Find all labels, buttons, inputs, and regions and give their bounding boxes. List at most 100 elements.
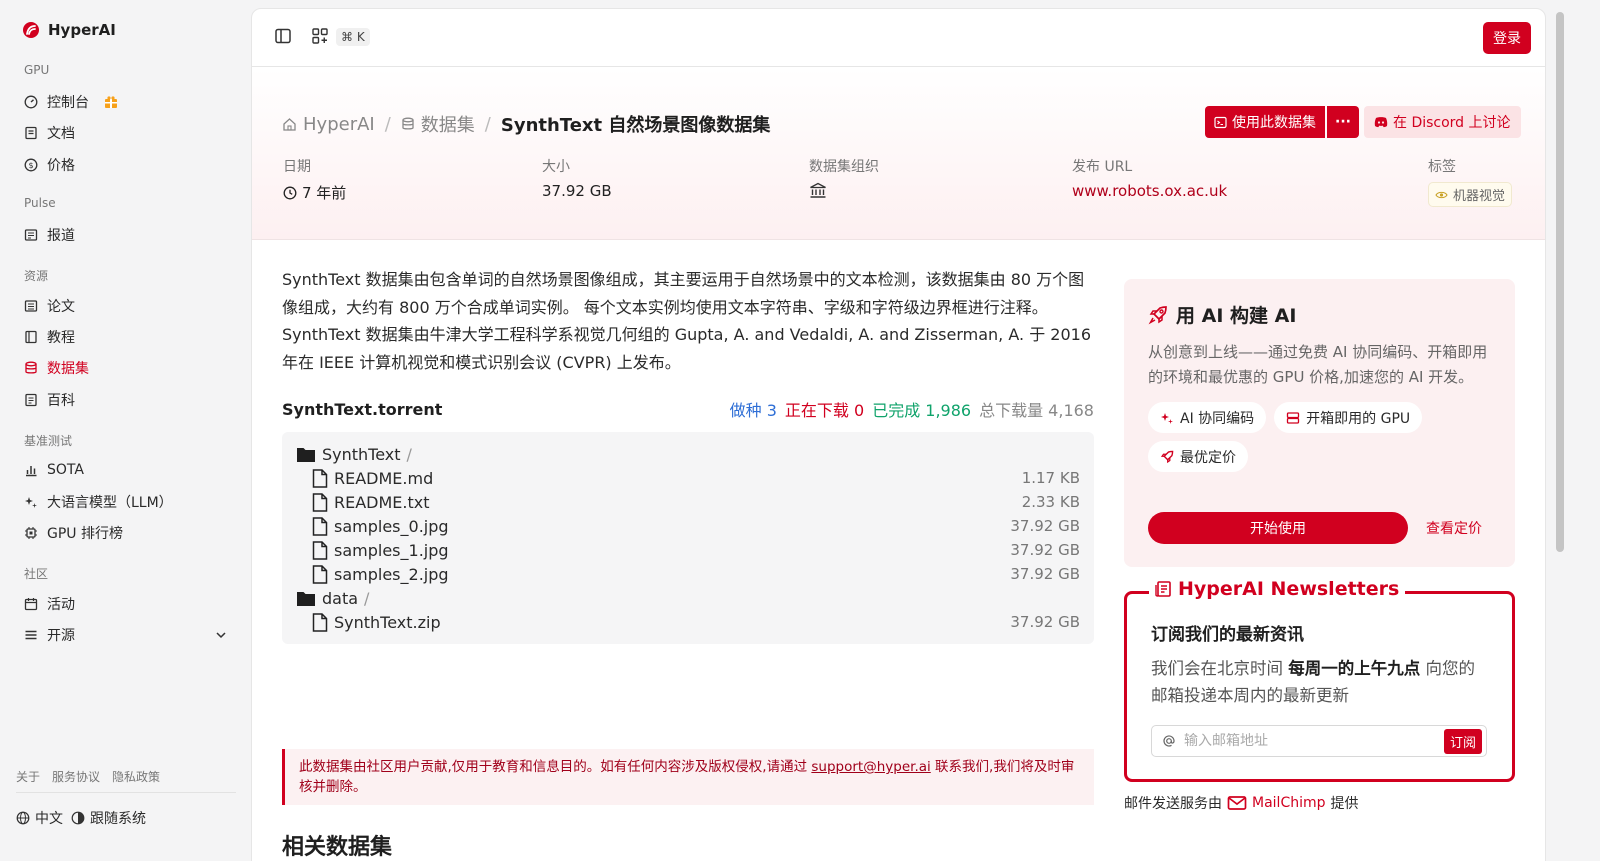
theme-switch[interactable]: 跟随系统 — [71, 808, 146, 828]
sidebar-item-sota[interactable]: SOTA — [24, 457, 228, 483]
database-icon — [401, 117, 415, 131]
server-icon — [1286, 411, 1300, 425]
gauge-icon — [24, 95, 38, 109]
sidebar-item-label: 价格 — [47, 158, 75, 174]
folder-row[interactable]: data / — [296, 586, 1080, 610]
sidebar-item-pricing[interactable]: $ 价格 — [24, 152, 228, 178]
feature-chip-pricing[interactable]: 最优定价 — [1148, 441, 1248, 472]
file-size: 37.92 GB — [1010, 613, 1080, 631]
breadcrumb-home[interactable]: HyperAI — [282, 114, 375, 135]
use-dataset-button[interactable]: 使用此数据集 — [1205, 106, 1325, 138]
torrent-filename[interactable]: SynthText.torrent — [282, 400, 442, 419]
breadcrumb-datasets[interactable]: 数据集 — [401, 111, 475, 137]
file-row[interactable]: samples_2.jpg 37.92 GB — [312, 562, 1080, 586]
sparkles-icon — [24, 495, 38, 509]
meta-label: 标签 — [1428, 159, 1456, 175]
home-icon — [282, 117, 297, 132]
feature-chip-copilot[interactable]: AI 协同编码 — [1148, 402, 1267, 433]
mailchimp-link[interactable]: MailChimp — [1252, 795, 1326, 811]
calendar-icon — [24, 597, 38, 611]
email-input[interactable] — [1184, 733, 1444, 749]
sidebar-item-docs[interactable]: 文档 — [24, 120, 228, 146]
size-value: 37.92 GB — [542, 182, 612, 200]
file-row[interactable]: samples_1.jpg 37.92 GB — [312, 538, 1080, 562]
privacy-link[interactable]: 隐私政策 — [112, 768, 160, 785]
sidebar-item-datasets[interactable]: 数据集 — [24, 355, 228, 381]
description-paragraph: SynthText 数据集由包含单词的自然场景图像组成，其主要运用于自然场景中的… — [282, 270, 1085, 317]
sidebar-item-opensource[interactable]: 开源 — [24, 622, 228, 648]
file-name: samples_0.jpg — [334, 516, 449, 536]
sidebar-toggle-icon[interactable] — [274, 27, 292, 45]
meta-size: 大小 37.92 GB — [542, 156, 612, 200]
about-link[interactable]: 关于 — [16, 768, 40, 785]
chevron-down-icon[interactable] — [214, 628, 228, 642]
feature-chip-gpu[interactable]: 开箱即用的 GPU — [1274, 402, 1423, 433]
sidebar-item-label: 文档 — [47, 126, 75, 142]
breadcrumb-home-label: HyperAI — [303, 113, 375, 135]
terms-link[interactable]: 服务协议 — [52, 768, 100, 785]
scrollbar-thumb[interactable] — [1556, 12, 1564, 552]
sidebar-item-llm[interactable]: 大语言模型（LLM） — [24, 489, 228, 515]
folder-row[interactable]: SynthText / — [296, 442, 1080, 466]
sidebar-item-label: 百科 — [47, 393, 75, 409]
section-title-resources: 资源 — [24, 269, 49, 283]
meta-url: 发布 URL www.robots.ox.ac.uk — [1072, 156, 1227, 200]
file-row[interactable]: README.txt 2.33 KB — [312, 490, 1080, 514]
search-shortcut[interactable]: ⌘ K — [336, 28, 370, 46]
divider — [16, 792, 236, 793]
dataset-header: HyperAI / 数据集 / SynthText 自然场景图像数据集 使用此数… — [252, 68, 1545, 240]
file-row[interactable]: samples_0.jpg 37.92 GB — [312, 514, 1080, 538]
page-title: SynthText 自然场景图像数据集 — [500, 115, 771, 136]
support-email-link[interactable]: support@hyper.ai — [811, 759, 930, 775]
subscribe-button[interactable]: 订阅 — [1443, 728, 1482, 754]
more-options-button[interactable]: ··· — [1327, 106, 1359, 138]
svg-text:$: $ — [28, 161, 33, 170]
bar-chart-icon — [24, 463, 38, 477]
sidebar-item-gpu-leaderboard[interactable]: GPU 排行榜 — [24, 520, 228, 546]
file-row[interactable]: SynthText.zip 37.92 GB — [312, 610, 1080, 634]
sidebar-item-wiki[interactable]: 百科 — [24, 387, 228, 413]
login-button[interactable]: 登录 — [1483, 22, 1531, 54]
mail-icon — [1227, 795, 1247, 811]
institution-icon[interactable] — [809, 182, 827, 199]
sidebar-item-papers[interactable]: 论文 — [24, 293, 228, 319]
publish-url-link[interactable]: www.robots.ox.ac.uk — [1072, 182, 1227, 200]
sidebar-item-console[interactable]: 控制台 — [24, 89, 228, 115]
file-name: README.txt — [334, 492, 430, 512]
file-size: 37.92 GB — [1010, 541, 1080, 559]
section-title-community: 社区 — [24, 567, 49, 581]
view-pricing-link[interactable]: 查看定价 — [1426, 518, 1482, 538]
meta-label: 日期 — [283, 159, 311, 175]
rocket-icon — [1160, 450, 1174, 464]
theme-label: 跟随系统 — [90, 811, 146, 827]
language-switch[interactable]: 中文 — [16, 808, 63, 828]
menu-icon — [24, 628, 38, 642]
breadcrumb-separator: / — [484, 113, 491, 135]
torrent-stats: 做种 3 正在下载 0 已完成 1,986 总下载量 4,168 — [730, 397, 1094, 421]
meta-date: 日期 7 年前 — [283, 156, 346, 203]
preferences-row: 中文 跟随系统 — [16, 808, 146, 828]
file-name: README.md — [334, 468, 434, 488]
brand[interactable]: HyperAI — [22, 21, 116, 39]
sidebar-item-events[interactable]: 活动 — [24, 591, 228, 617]
file-row[interactable]: README.md 1.17 KB — [312, 466, 1080, 490]
get-started-button[interactable]: 开始使用 — [1148, 512, 1408, 544]
sidebar-item-tutorials[interactable]: 教程 — [24, 324, 228, 350]
dollar-icon: $ — [24, 158, 38, 172]
file-size: 1.17 KB — [1021, 469, 1080, 487]
apps-grid-icon[interactable] — [311, 27, 329, 45]
section-title-gpu: GPU — [24, 63, 50, 77]
use-dataset-button-group: 使用此数据集 ··· — [1205, 106, 1359, 138]
newsletter-box: HyperAI Newsletters 订阅我们的最新资讯 我们会在北京时间 每… — [1124, 578, 1515, 782]
seed-count: 做种 3 — [729, 401, 777, 420]
meta-label: 大小 — [542, 159, 570, 175]
sidebar-item-reports[interactable]: 报道 — [24, 222, 228, 248]
chip-label: AI 协同编码 — [1180, 410, 1255, 427]
file-size: 37.92 GB — [1010, 517, 1080, 535]
hyperai-logo-icon — [22, 21, 40, 39]
sidebar-item-label: 活动 — [47, 597, 75, 613]
ai-promo-actions: 开始使用 查看定价 — [1148, 512, 1482, 544]
tag-chip[interactable]: 机器视觉 — [1428, 182, 1513, 207]
meta-value: 7 年前 — [283, 182, 346, 203]
discord-discuss-button[interactable]: 在 Discord 上讨论 — [1364, 106, 1521, 138]
